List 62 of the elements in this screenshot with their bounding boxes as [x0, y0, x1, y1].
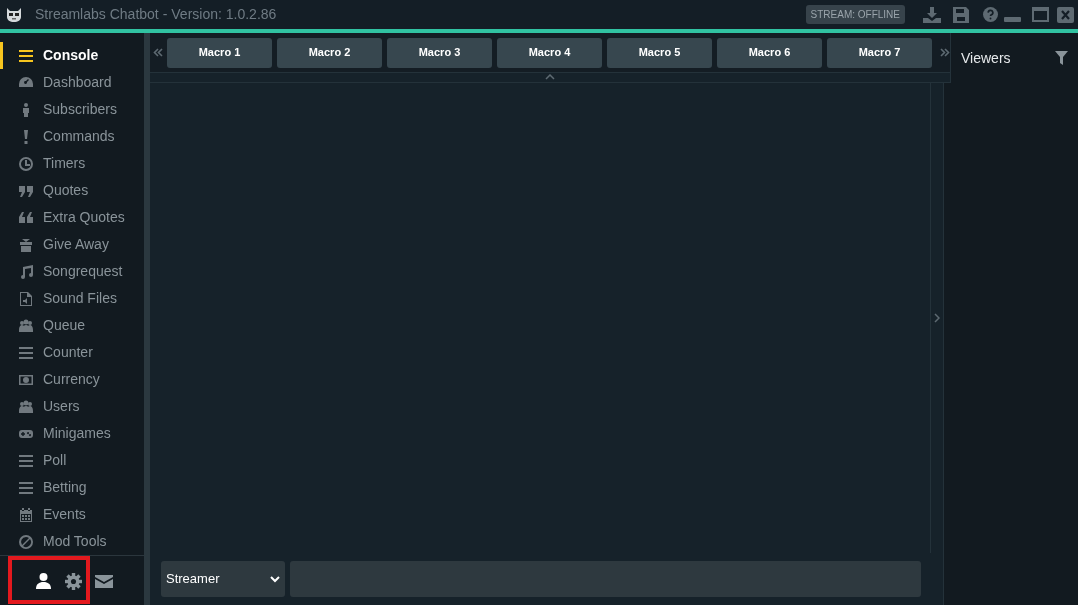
list-icon — [19, 480, 33, 495]
sidebar-item[interactable]: Timers — [0, 150, 144, 177]
macro-button[interactable]: Macro 7 — [827, 37, 932, 68]
group-icon — [19, 399, 33, 414]
sidebar-item[interactable]: Poll — [0, 447, 144, 474]
group-icon — [19, 318, 33, 333]
chevron-down-icon — [270, 575, 280, 583]
settings-icon[interactable] — [65, 573, 82, 590]
calendar-icon — [19, 507, 33, 522]
menu-icon — [19, 48, 33, 63]
collapse-up-icon[interactable] — [545, 74, 555, 80]
sidebar-item[interactable]: Commands — [0, 123, 144, 150]
user-icon[interactable] — [36, 573, 51, 589]
app-title: Streamlabs Chatbot — [35, 5, 159, 24]
macro-button[interactable]: Macro 1 — [167, 37, 272, 68]
macro-button[interactable]: Macro 3 — [387, 37, 492, 68]
chat-input-field[interactable] — [290, 561, 921, 597]
download-icon[interactable] — [923, 6, 941, 23]
quote-icon — [19, 210, 33, 225]
sidebar-item[interactable]: Give Away — [0, 231, 144, 258]
sidebar-item[interactable]: Minigames — [0, 420, 144, 447]
sidebar-item[interactable]: Console — [0, 42, 144, 69]
quote-icon — [19, 183, 33, 198]
save-icon[interactable] — [953, 6, 969, 23]
banknote-icon — [19, 372, 33, 387]
expand-right-icon[interactable] — [934, 313, 940, 323]
sidebar-item[interactable]: Extra Quotes — [0, 204, 144, 231]
list-icon — [19, 345, 33, 360]
sidebar-item[interactable]: Counter — [0, 339, 144, 366]
sidebar-item[interactable]: Sound Files — [0, 285, 144, 312]
mail-icon[interactable] — [95, 575, 113, 588]
macro-button[interactable]: Macro 6 — [717, 37, 822, 68]
macro-button[interactable]: Macro 4 — [497, 37, 602, 68]
version-label: - Version: 1.0.2.86 — [162, 5, 277, 24]
sidebar-item[interactable]: Mod Tools — [0, 528, 144, 555]
maximize-icon[interactable] — [1032, 7, 1049, 22]
sidebar-item[interactable]: Events — [0, 501, 144, 528]
clock-icon — [19, 156, 33, 171]
sidebar-item[interactable]: Quotes — [0, 177, 144, 204]
help-icon[interactable] — [983, 7, 998, 22]
ban-icon — [19, 534, 33, 549]
role-select[interactable]: Streamer — [161, 561, 285, 597]
sidebar-item[interactable]: Users — [0, 393, 144, 420]
gift-icon — [19, 237, 33, 252]
sidebar-item[interactable]: Betting — [0, 474, 144, 501]
sound-file-icon — [19, 291, 33, 306]
stream-status-badge: STREAM: OFFLINE — [805, 5, 905, 24]
sidebar-item[interactable]: Songrequest — [0, 258, 144, 285]
filter-icon[interactable] — [1055, 51, 1068, 65]
list-icon — [19, 453, 33, 468]
close-icon[interactable] — [1057, 6, 1074, 23]
viewers-title: Viewers — [961, 48, 1011, 68]
music-note-icon — [19, 264, 33, 279]
macro-button[interactable]: Macro 5 — [607, 37, 712, 68]
sidebar-item[interactable]: Queue — [0, 312, 144, 339]
sidebar-item[interactable]: Dashboard — [0, 69, 144, 96]
sidebar-item[interactable]: Subscribers — [0, 96, 144, 123]
scroll-right-icon[interactable] — [940, 48, 950, 57]
scroll-left-icon[interactable] — [153, 48, 163, 57]
sidebar-item[interactable]: Currency — [0, 366, 144, 393]
macro-button[interactable]: Macro 2 — [277, 37, 382, 68]
gauge-icon — [19, 75, 33, 90]
